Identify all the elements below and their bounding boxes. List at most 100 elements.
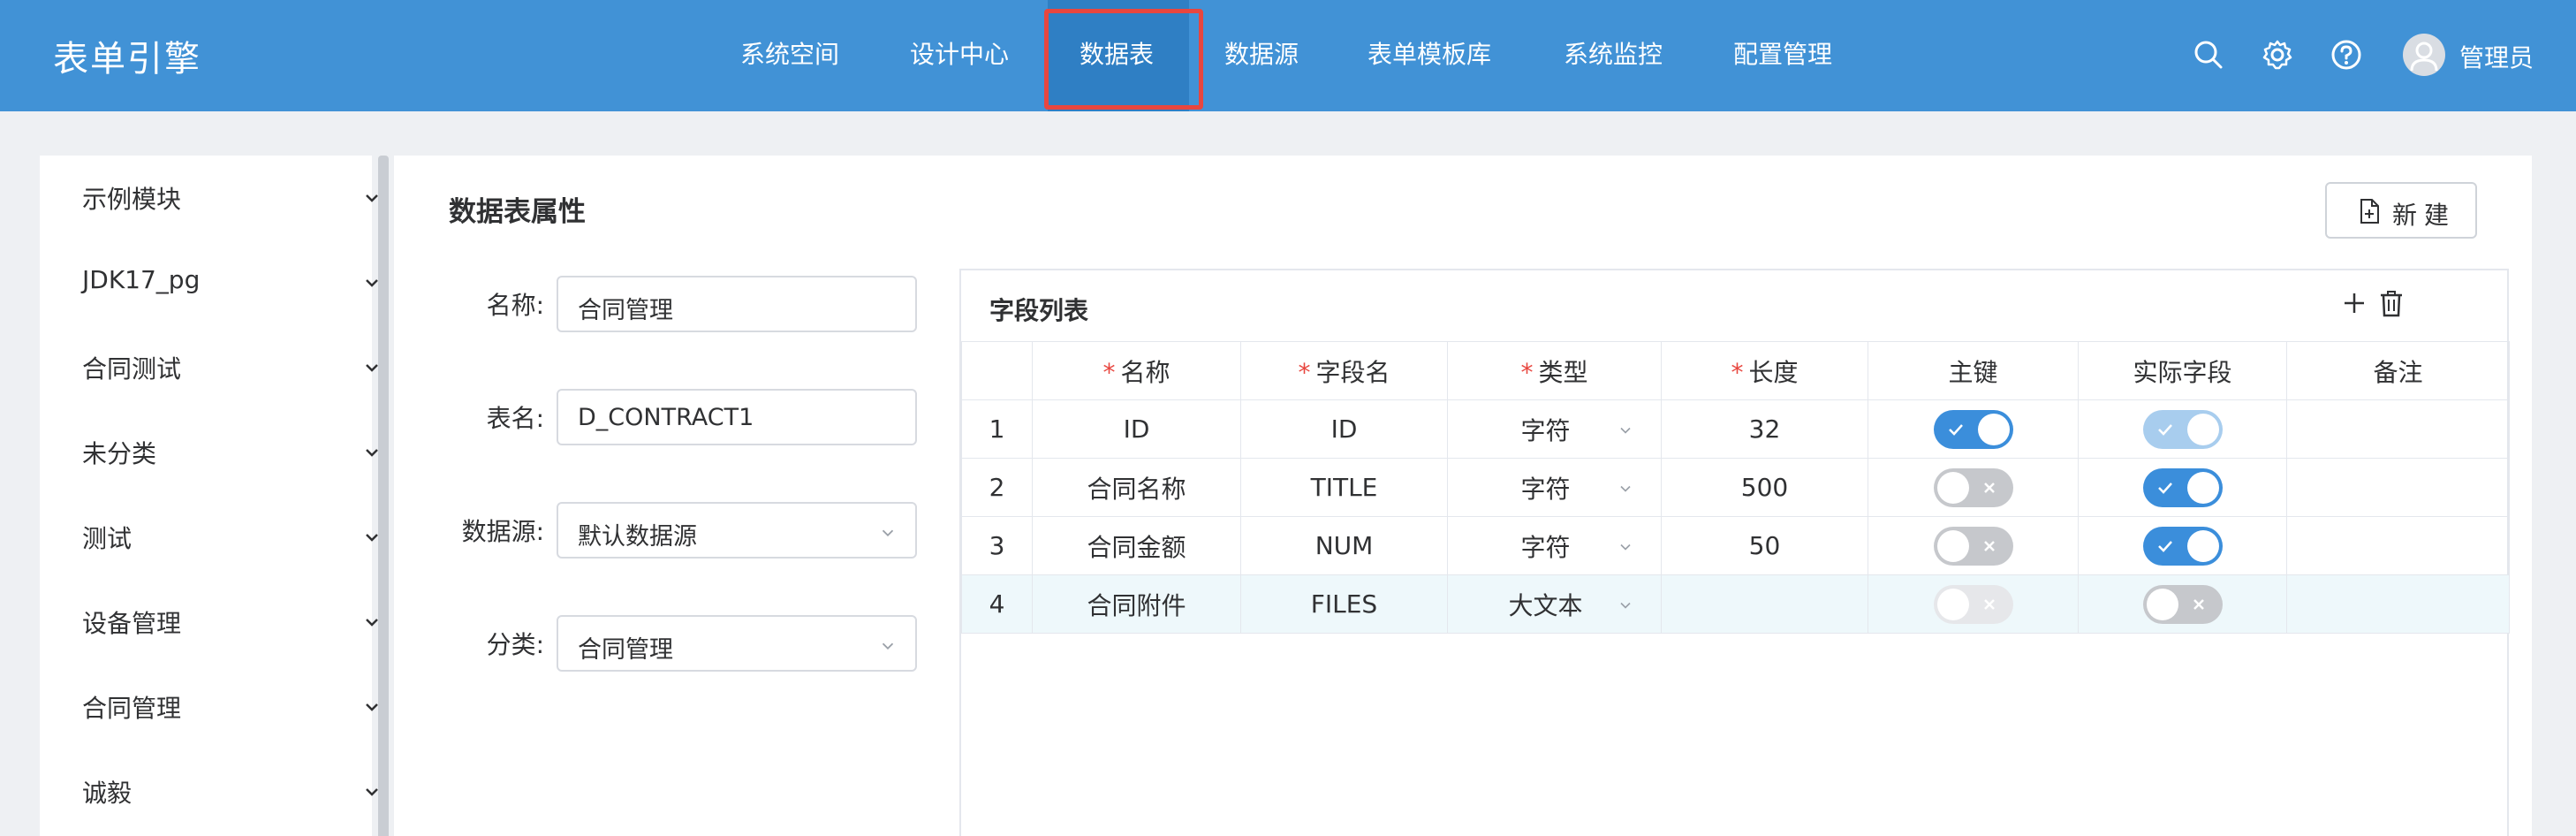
new-button[interactable]: 新建 xyxy=(2325,182,2477,239)
pk-cell xyxy=(1868,399,2079,459)
remark-cell[interactable] xyxy=(2286,458,2510,517)
col-header-label: 名称 xyxy=(1120,357,1171,387)
sidebar-item-chengyi[interactable]: 诚毅 xyxy=(40,749,378,834)
add-icon[interactable] xyxy=(2339,288,2369,318)
remark-cell[interactable] xyxy=(2286,574,2510,634)
actual-field-cell xyxy=(2078,399,2287,459)
sidebar-item-uncategorized[interactable]: 未分类 xyxy=(40,410,378,495)
switch-knob xyxy=(2186,413,2219,445)
close-icon xyxy=(1983,482,1995,493)
field-length-cell[interactable] xyxy=(1661,574,1868,634)
datasource-select[interactable]: 默认数据源 xyxy=(557,502,917,559)
actual-field-toggle[interactable] xyxy=(2142,584,2223,624)
field-type-select[interactable]: 大文本 xyxy=(1447,574,1662,634)
close-icon xyxy=(2193,598,2204,610)
chevron-down-icon xyxy=(1620,543,1631,551)
field-table: * 名称 * 字段名 * 类型 * 长度 主键 实际字段 备注 1 ID ID 字符 32 2 合同… xyxy=(961,341,2510,634)
field-name-cell[interactable]: ID xyxy=(1032,399,1241,459)
field-column-cell[interactable]: TITLE xyxy=(1240,458,1448,517)
field-name-cell[interactable]: 合同金额 xyxy=(1032,516,1241,575)
primary-key-toggle xyxy=(1933,584,2013,624)
table-row[interactable]: 4 合同附件 FILES 大文本 xyxy=(961,574,2510,634)
check-icon xyxy=(2157,540,2172,552)
sidebar-item-test[interactable]: 测试 xyxy=(40,495,378,580)
actual-field-toggle[interactable] xyxy=(2142,526,2223,566)
actual-field-toggle xyxy=(2142,409,2223,449)
field-type-value: 大文本 xyxy=(1508,590,1583,620)
field-column-cell[interactable]: NUM xyxy=(1240,516,1448,575)
primary-key-toggle[interactable] xyxy=(1933,467,2013,507)
col-header-index xyxy=(961,341,1033,400)
app-title: 表单引擎 xyxy=(53,39,201,80)
sidebar-item-label: JDK17_pg xyxy=(82,265,201,294)
field-type-select[interactable]: 字符 xyxy=(1447,399,1662,459)
field-list-title: 字段列表 xyxy=(989,296,1089,325)
table-name-field[interactable]: D_CONTRACT1 xyxy=(557,389,917,445)
check-icon xyxy=(2157,482,2172,494)
sidebar-item-example-module[interactable]: 示例模块 xyxy=(40,156,378,240)
nav-item-data-source[interactable]: 数据源 xyxy=(1224,0,1299,111)
nav-item-system-monitor[interactable]: 系统监控 xyxy=(1564,0,1663,111)
field-type-select[interactable]: 字符 xyxy=(1447,516,1662,575)
gear-icon[interactable] xyxy=(2260,37,2295,72)
table-header-row: * 名称 * 字段名 * 类型 * 长度 主键 实际字段 备注 xyxy=(961,341,2510,400)
help-icon[interactable] xyxy=(2329,37,2364,72)
table-row[interactable]: 3 合同金额 NUM 字符 50 xyxy=(961,516,2510,575)
col-header-label: 长度 xyxy=(1748,357,1799,387)
nav-item-config[interactable]: 配置管理 xyxy=(1733,0,1832,111)
new-file-icon xyxy=(2360,199,2379,224)
field-type-select[interactable]: 字符 xyxy=(1447,458,1662,517)
switch-knob xyxy=(1977,413,2010,445)
trash-icon[interactable] xyxy=(2378,288,2405,318)
field-column-cell[interactable]: FILES xyxy=(1240,574,1448,634)
nav-item-system-space[interactable]: 系统空间 xyxy=(740,0,839,111)
nav-item-form-templates[interactable]: 表单模板库 xyxy=(1368,0,1491,111)
sidebar-item-label: 未分类 xyxy=(82,439,157,468)
field-column-cell[interactable]: ID xyxy=(1240,399,1448,459)
nav-item-data-table[interactable]: 数据表 xyxy=(1044,0,1203,111)
table-row[interactable]: 1 ID ID 字符 32 xyxy=(961,399,2510,459)
col-header-pk: 主键 xyxy=(1868,341,2079,400)
sidebar-item-label: 合同测试 xyxy=(82,354,182,384)
switch-knob xyxy=(1936,529,1969,562)
chevron-down-icon xyxy=(1620,427,1631,434)
user-avatar-icon[interactable] xyxy=(2403,34,2445,76)
sidebar-item-label: 测试 xyxy=(82,524,133,553)
required-marker: * xyxy=(1102,357,1116,387)
sidebar-item-jdk17[interactable]: JDK17_pg xyxy=(40,240,378,325)
search-icon[interactable] xyxy=(2191,37,2226,72)
remark-cell[interactable] xyxy=(2286,516,2510,575)
col-header-label: 类型 xyxy=(1538,357,1588,387)
sidebar-item-contract-mgmt[interactable]: 合同管理 xyxy=(40,665,378,749)
pk-cell xyxy=(1868,458,2079,517)
remark-cell[interactable] xyxy=(2286,399,2510,459)
field-name-cell[interactable]: 合同名称 xyxy=(1032,458,1241,517)
name-field[interactable]: 合同管理 xyxy=(557,276,917,332)
primary-key-toggle[interactable] xyxy=(1933,409,2013,449)
category-select[interactable]: 合同管理 xyxy=(557,615,917,672)
primary-key-toggle[interactable] xyxy=(1933,526,2013,566)
category-label: 分类: xyxy=(486,630,544,659)
table-name-field-value: D_CONTRACT1 xyxy=(578,404,754,431)
table-row[interactable]: 2 合同名称 TITLE 字符 500 xyxy=(961,458,2510,517)
col-header-name: * 名称 xyxy=(1032,341,1241,400)
sidebar-scrollbar[interactable] xyxy=(378,156,389,836)
field-name-cell[interactable]: 合同附件 xyxy=(1032,574,1241,634)
col-header-field: * 字段名 xyxy=(1240,341,1448,400)
sidebar-item-contract-test[interactable]: 合同测试 xyxy=(40,325,378,410)
field-length-cell[interactable]: 50 xyxy=(1661,516,1868,575)
col-header-length: * 长度 xyxy=(1661,341,1868,400)
sidebar-item-equipment[interactable]: 设备管理 xyxy=(40,580,378,665)
field-length-cell[interactable]: 500 xyxy=(1661,458,1868,517)
nav-item-design-center[interactable]: 设计中心 xyxy=(910,0,1009,111)
row-index: 4 xyxy=(961,574,1033,634)
actual-field-cell xyxy=(2078,458,2287,517)
name-field-value: 合同管理 xyxy=(578,297,673,324)
field-type-value: 字符 xyxy=(1520,532,1571,562)
sidebar-item-label: 设备管理 xyxy=(82,609,182,638)
field-length-cell[interactable]: 32 xyxy=(1661,399,1868,459)
user-name[interactable]: 管理员 xyxy=(2459,39,2534,74)
field-type-value: 字符 xyxy=(1520,415,1571,445)
actual-field-toggle[interactable] xyxy=(2142,467,2223,507)
field-type-value: 字符 xyxy=(1520,474,1571,504)
